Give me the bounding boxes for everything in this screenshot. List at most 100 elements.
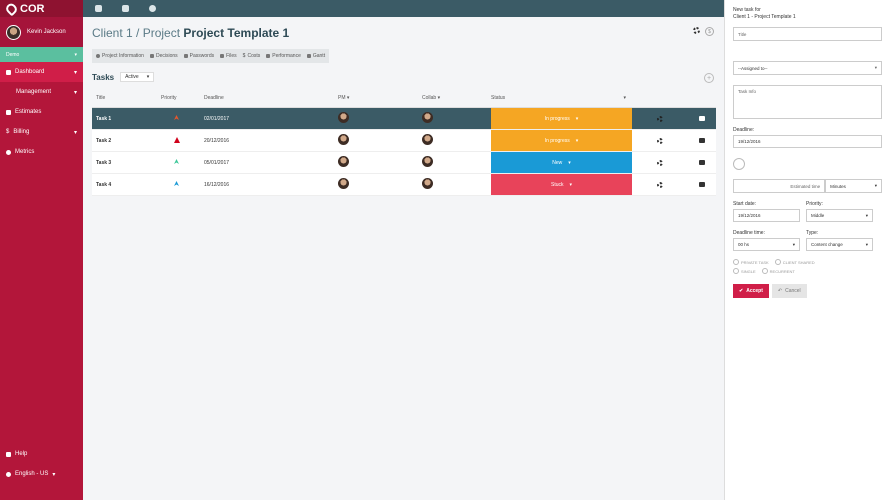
task-collab: [422, 178, 491, 191]
alarm-icon[interactable]: [95, 5, 102, 12]
sidebar-item-help[interactable]: Help: [0, 444, 83, 464]
task-collab: [422, 134, 491, 147]
radio-private-task[interactable]: PRIVATE TASK: [733, 259, 769, 265]
title-input[interactable]: Title: [733, 27, 882, 41]
col-title[interactable]: Title: [92, 95, 161, 101]
chevron-down-icon: ▾: [575, 137, 579, 144]
col-priority[interactable]: Priority: [161, 95, 204, 101]
task-status[interactable]: Stuck ▾: [491, 174, 632, 195]
avatar: [338, 156, 349, 167]
task-settings[interactable]: [632, 115, 687, 122]
user-box[interactable]: Kevin Jackson: [0, 17, 83, 47]
task-pm: [338, 156, 422, 169]
radio-client-shared[interactable]: CLIENT SHARED: [774, 259, 815, 265]
sidebar-item-label: Estimates: [15, 109, 42, 115]
task-settings[interactable]: [632, 137, 687, 144]
priority-select[interactable]: Middle ▾: [806, 209, 873, 222]
col-collab[interactable]: Collab ▾: [422, 95, 491, 101]
info-placeholder: Task Info: [738, 89, 757, 94]
radio-label: PRIVATE TASK: [741, 259, 769, 265]
brand-logo[interactable]: COR: [0, 0, 83, 17]
deadline-time-select[interactable]: 00 hs ▾: [733, 238, 800, 251]
tab-decisions[interactable]: Decisions: [149, 53, 178, 59]
time-unit-select[interactable]: Minutes ▾: [825, 179, 882, 193]
task-priority: [161, 115, 204, 122]
start-date-label: Start date:: [733, 201, 757, 207]
flag-icon: [149, 54, 154, 58]
estimated-time-input[interactable]: Estimated time: [733, 179, 826, 193]
language-selector[interactable]: English - US ▾: [0, 464, 83, 484]
col-deadline[interactable]: Deadline: [204, 95, 338, 101]
tab-project-information[interactable]: Project Information: [96, 53, 144, 59]
radio-icon: [761, 268, 768, 274]
page-title: Project Template 1: [183, 26, 290, 40]
task-messages[interactable]: [687, 182, 716, 187]
sidebar-item-label: Metrics: [15, 149, 35, 155]
tab-files[interactable]: Files: [220, 53, 237, 59]
tab-passwords[interactable]: Passwords: [183, 53, 214, 59]
type-select[interactable]: Content change ▾: [806, 238, 873, 251]
priority-label: Priority:: [806, 201, 823, 207]
status-label: Stuck: [550, 181, 564, 188]
add-task-button[interactable]: +: [704, 73, 714, 83]
task-title: Task 2: [96, 137, 112, 144]
task-messages[interactable]: [687, 116, 716, 121]
cancel-button[interactable]: ↶ Cancel: [771, 284, 807, 298]
tab-label: Decisions: [155, 53, 178, 59]
table-row[interactable]: Task 3 05/01/2017 New ▾: [92, 152, 716, 174]
table-row[interactable]: Task 4 16/12/2016 Stuck ▾: [92, 174, 716, 196]
new-task-panel: New task for Client 1 - Project Template…: [724, 0, 890, 500]
task-status[interactable]: New ▾: [491, 152, 632, 173]
task-deadline: 02/01/2017: [204, 115, 230, 122]
tab-costs[interactable]: $ Costs: [243, 53, 261, 59]
task-settings[interactable]: [632, 159, 687, 166]
chevron-down-icon: ▾: [146, 74, 150, 80]
clock-icon[interactable]: [149, 5, 156, 12]
assigned-to-select[interactable]: --Assigned to-- ▾: [733, 61, 882, 75]
avatar: [422, 178, 433, 189]
tab-performance[interactable]: Performance: [266, 53, 301, 59]
radio-label: RECURRENT: [769, 268, 795, 274]
start-date-input[interactable]: 19/12/2016: [733, 209, 800, 222]
task-filter-select[interactable]: Active ▾: [120, 72, 155, 82]
breadcrumb-client[interactable]: Client 1 / Project: [92, 26, 180, 40]
gear-icon[interactable]: [693, 27, 700, 34]
task-info-textarea[interactable]: Task Info: [733, 85, 882, 119]
col-pm[interactable]: PM ▾: [338, 95, 422, 101]
sidebar-item-billing[interactable]: $ Billing ▾: [0, 122, 83, 142]
info-icon[interactable]: $: [705, 27, 714, 36]
sidebar-item-management[interactable]: Management ▾: [0, 82, 83, 102]
task-title: Task 3: [96, 159, 112, 166]
task-messages[interactable]: [687, 138, 716, 143]
sidebar-item-dashboard[interactable]: Dashboard ▾: [0, 62, 83, 82]
task-messages[interactable]: [687, 160, 716, 165]
table-row[interactable]: Task 1 02/01/2017 In progress ▾: [92, 108, 716, 130]
add-circle-icon[interactable]: [733, 158, 745, 170]
task-status[interactable]: In progress ▾: [491, 108, 632, 129]
task-deadline: 20/12/2016: [204, 137, 230, 144]
deadline-input[interactable]: 19/12/2016: [733, 135, 882, 148]
task-settings[interactable]: [632, 181, 687, 188]
radio-recurrent[interactable]: RECURRENT: [761, 268, 795, 274]
tab-gantt[interactable]: Gantt: [306, 53, 325, 59]
sidebar-item-metrics[interactable]: Metrics: [0, 142, 83, 162]
table-row[interactable]: Task 2 20/12/2016 In progress ▾: [92, 130, 716, 152]
video-icon[interactable]: [122, 5, 129, 12]
priority-icon: [174, 115, 179, 120]
undo-icon: ↶: [777, 288, 783, 294]
task-title: Task 4: [96, 181, 112, 188]
col-status[interactable]: Status ▾: [491, 88, 632, 107]
estimates-icon: [6, 109, 11, 115]
cancel-label: Cancel: [785, 288, 801, 294]
workspace-selector[interactable]: Demo ▾: [0, 47, 83, 62]
task-status[interactable]: In progress ▾: [491, 130, 632, 151]
task-collab: [422, 156, 491, 169]
accept-button[interactable]: ✔ Accept: [733, 284, 769, 298]
radio-icon: [733, 268, 739, 274]
col-status-label: Status: [491, 94, 506, 101]
sidebar-item-estimates[interactable]: Estimates: [0, 102, 83, 122]
radio-single[interactable]: SINGLE: [733, 268, 756, 274]
filter-value: Active: [125, 74, 139, 80]
dollar-icon: $: [6, 129, 10, 135]
task-priority: [161, 136, 204, 145]
